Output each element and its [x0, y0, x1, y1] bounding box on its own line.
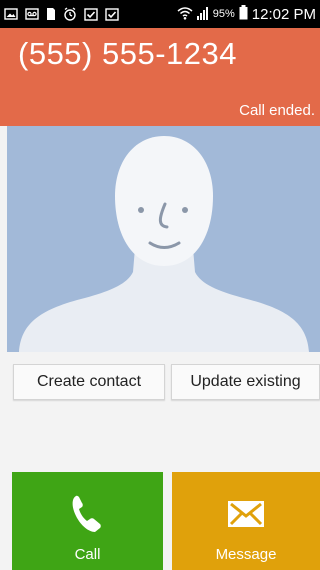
message-label: Message [215, 546, 277, 563]
call-button[interactable]: Call [12, 472, 163, 570]
screenshot-icon [4, 8, 18, 20]
call-header: (555) 555-1234 Call ended. [0, 28, 320, 126]
clock: 12:02 PM [251, 5, 316, 23]
status-bar: 95% 12:02 PM [0, 0, 320, 28]
battery-percent: 95% [212, 8, 235, 20]
default-avatar-icon [19, 136, 309, 352]
task-check-icon [105, 7, 119, 21]
phone-icon [70, 492, 106, 536]
download-done-icon [84, 7, 98, 21]
document-icon [46, 7, 56, 21]
message-button[interactable]: Message [172, 472, 320, 570]
phone-number: (555) 555-1234 [18, 36, 237, 71]
alarm-icon [63, 7, 77, 21]
create-contact-button[interactable]: Create contact [13, 364, 165, 400]
contact-photo-placeholder [7, 126, 320, 352]
voicemail-icon [25, 8, 39, 20]
call-status: Call ended. [239, 102, 315, 119]
notification-icons [4, 7, 119, 21]
call-label: Call [74, 546, 101, 563]
battery-icon [239, 5, 248, 23]
wifi-icon [177, 6, 193, 23]
signal-icon [196, 6, 209, 23]
update-existing-button[interactable]: Update existing [171, 364, 320, 400]
envelope-icon [227, 492, 265, 536]
